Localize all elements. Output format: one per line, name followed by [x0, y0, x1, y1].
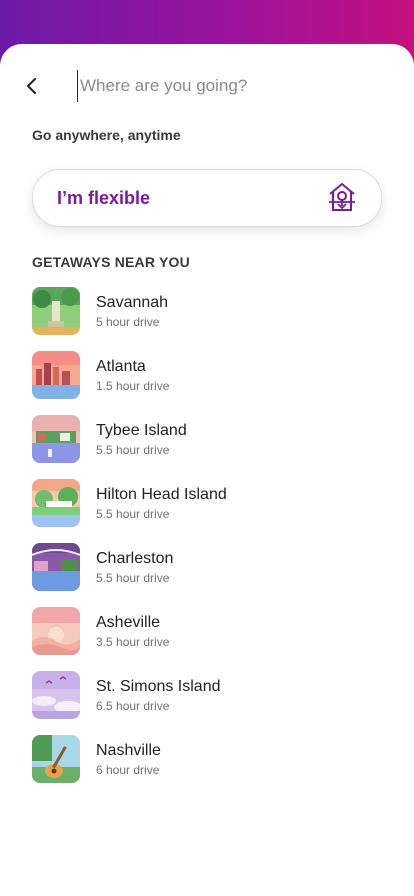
city-name: Atlanta: [96, 358, 146, 375]
charleston-thumbnail: [32, 543, 80, 591]
hilton-head-island-thumbnail: [32, 479, 80, 527]
nashville-thumbnail: [32, 735, 80, 783]
flexible-button[interactable]: I’m flexible: [32, 169, 382, 227]
drive-time: 5.5 hour drive: [96, 507, 170, 521]
search-bar: [0, 66, 414, 106]
city-name: Asheville: [96, 614, 161, 631]
getaways-list: Savannah 5 hour drive Atlanta 1.5 hour d…: [32, 287, 392, 799]
drive-time: 5.5 hour drive: [96, 443, 170, 457]
st-simons-island-thumbnail: [32, 671, 80, 719]
drive-time: 1.5 hour drive: [96, 379, 170, 393]
drive-time: 5.5 hour drive: [96, 571, 170, 585]
city-name: Charleston: [96, 550, 174, 567]
drive-time: 6 hour drive: [96, 763, 160, 777]
atlanta-thumbnail: [32, 351, 80, 399]
chevron-left-icon: [27, 78, 36, 94]
savannah-thumbnail: [32, 287, 80, 335]
search-sheet: Go anywhere, anytime I’m flexible GETAWA…: [0, 44, 414, 896]
go-anywhere-label: Go anywhere, anytime: [32, 127, 181, 143]
drive-time: 5 hour drive: [96, 315, 160, 329]
city-name: Savannah: [96, 294, 169, 311]
list-item-asheville[interactable]: Asheville 3.5 hour drive: [32, 607, 392, 671]
flexible-label: I’m flexible: [57, 188, 151, 208]
list-item-hilton-head-island[interactable]: Hilton Head Island 5.5 hour drive: [32, 479, 392, 543]
list-item-st-simons-island[interactable]: St. Simons Island 6.5 hour drive: [32, 671, 392, 735]
drive-time: 6.5 hour drive: [96, 699, 170, 713]
drive-time: 3.5 hour drive: [96, 635, 170, 649]
list-item-nashville[interactable]: Nashville 6 hour drive: [32, 735, 392, 799]
city-name: Hilton Head Island: [96, 486, 227, 503]
list-item-tybee-island[interactable]: Tybee Island 5.5 hour drive: [32, 415, 392, 479]
list-item-savannah[interactable]: Savannah 5 hour drive: [32, 287, 392, 351]
back-button[interactable]: [20, 74, 44, 98]
city-name: Nashville: [96, 742, 161, 759]
tybee-island-thumbnail: [32, 415, 80, 463]
asheville-thumbnail: [32, 607, 80, 655]
city-name: Tybee Island: [96, 422, 187, 439]
list-item-charleston[interactable]: Charleston 5.5 hour drive: [32, 543, 392, 607]
search-input[interactable]: [77, 70, 380, 102]
list-item-atlanta[interactable]: Atlanta 1.5 hour drive: [32, 351, 392, 415]
city-name: St. Simons Island: [96, 678, 221, 695]
house-compass-icon: [329, 183, 355, 211]
getaways-heading: GETAWAYS NEAR YOU: [32, 254, 190, 270]
